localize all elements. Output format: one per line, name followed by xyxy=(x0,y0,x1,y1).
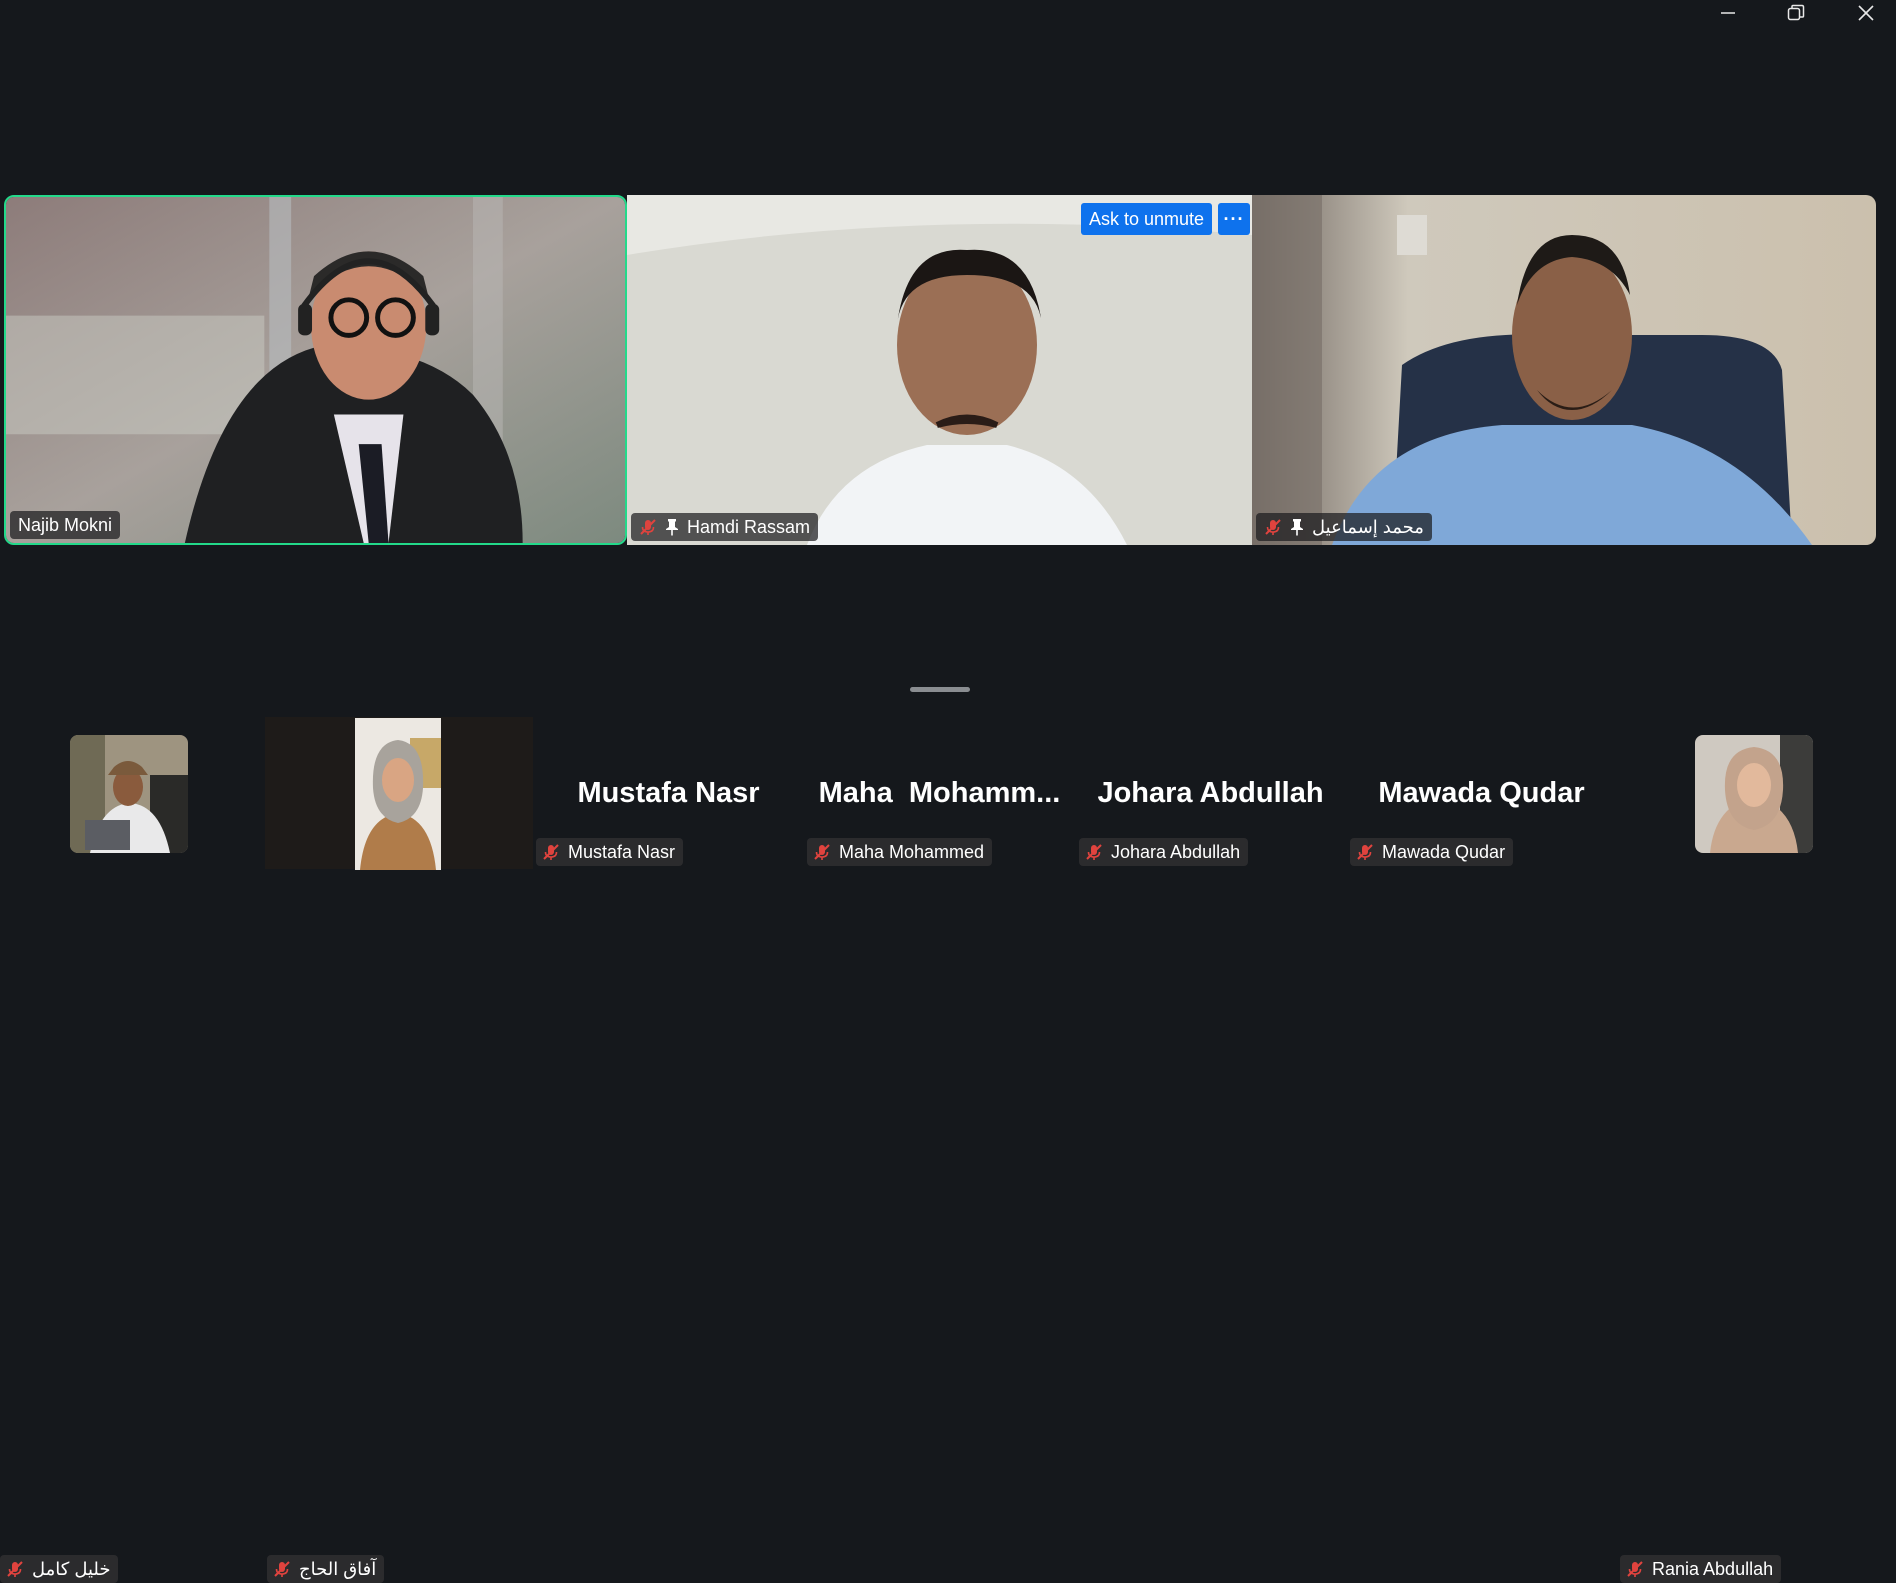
participant-name: Mustafa Nasr xyxy=(568,841,676,862)
mic-muted-icon xyxy=(1265,519,1281,535)
participant-video-thumbnail xyxy=(70,735,188,853)
participant-name: Johara Abdullah xyxy=(1111,841,1241,862)
strip-tile-afaq-alhaj[interactable]: آفاق الحاج xyxy=(265,717,533,1583)
participant-video xyxy=(1252,195,1876,545)
ask-to-unmute-button[interactable]: Ask to unmute xyxy=(1080,203,1212,235)
minimize-icon xyxy=(1721,12,1735,14)
participant-display-name: Mawada Qudar xyxy=(1378,777,1585,809)
video-tile-hamdi-rassam[interactable]: Ask to unmute ··· Hamdi Rassam xyxy=(627,195,1252,545)
participant-display-name: Johara Abdullah xyxy=(1097,777,1324,809)
participant-display-name: Mustafa Nasr xyxy=(577,777,760,809)
participant-name: Maha Mohammed xyxy=(839,841,985,862)
participant-name: محمد إسماعيل xyxy=(1312,516,1424,537)
ellipsis-icon: ··· xyxy=(1223,208,1245,229)
minimize-button[interactable] xyxy=(1700,0,1756,26)
ask-to-unmute-label: Ask to unmute xyxy=(1088,208,1204,229)
close-button[interactable] xyxy=(1838,0,1894,26)
video-tile-mohammed-ismail[interactable]: محمد إسماعيل xyxy=(1252,195,1876,545)
participant-video-thumbnail xyxy=(355,718,441,870)
strip-tile-mawada-qudar[interactable]: Mawada Qudar Mawada Qudar xyxy=(1346,717,1617,869)
close-icon xyxy=(1858,5,1874,21)
participant-name-tag: Mawada Qudar xyxy=(1350,838,1514,866)
mic-muted-icon xyxy=(1357,844,1373,860)
resize-handle[interactable] xyxy=(910,687,970,692)
participant-name-tag: آفاق الحاج xyxy=(267,1555,385,1583)
mic-muted-icon xyxy=(640,519,656,535)
participant-name-tag: خليل كامل xyxy=(0,1555,119,1583)
participant-name: Rania Abdullah xyxy=(1652,1558,1774,1579)
participant-video xyxy=(6,197,625,543)
participant-name: Najib Mokni xyxy=(18,514,113,535)
strip-tile-khalil-kamel[interactable]: خليل كامل xyxy=(0,717,265,1583)
strip-tile-rania-abdullah[interactable]: Rania Abdullah xyxy=(1617,717,1896,1583)
participant-name-tag: Maha Mohammed xyxy=(807,838,993,866)
mic-muted-icon xyxy=(543,844,559,860)
mic-muted-icon xyxy=(1086,844,1102,860)
participant-video-thumbnail xyxy=(1695,735,1813,853)
participant-name-tag: محمد إسماعيل xyxy=(1256,513,1432,541)
participant-name-tag: Rania Abdullah xyxy=(1620,1555,1782,1583)
participant-display-name: Maha Mohamm... xyxy=(818,777,1061,809)
mic-muted-icon xyxy=(274,1561,290,1577)
pin-icon xyxy=(1291,519,1303,536)
strip-tile-johara-abdullah[interactable]: Johara Abdullah Johara Abdullah xyxy=(1075,717,1346,869)
strip-tile-maha-mohammed[interactable]: Maha Mohamm... Maha Mohammed xyxy=(804,717,1075,869)
participant-name: Mawada Qudar xyxy=(1382,841,1506,862)
participant-name-tag: Johara Abdullah xyxy=(1079,838,1249,866)
more-options-button[interactable]: ··· xyxy=(1218,203,1250,235)
participant-name: آفاق الحاج xyxy=(299,1558,377,1579)
participant-name: خليل كامل xyxy=(32,1558,111,1579)
restore-icon xyxy=(1787,4,1805,21)
participant-name: Hamdi Rassam xyxy=(687,516,811,537)
strip-tile-mustafa-nasr[interactable]: Mustafa Nasr Mustafa Nasr xyxy=(533,717,804,869)
participant-name-tag: Hamdi Rassam xyxy=(631,513,819,541)
mic-muted-icon xyxy=(7,1561,23,1577)
participant-name-tag: Mustafa Nasr xyxy=(536,838,684,866)
participant-name-tag: Najib Mokni xyxy=(10,511,121,539)
mic-muted-icon xyxy=(1627,1561,1643,1577)
video-tile-najib-mokni[interactable]: Najib Mokni xyxy=(4,195,627,545)
participant-video xyxy=(627,195,1252,545)
pin-icon xyxy=(666,519,678,536)
restore-button[interactable] xyxy=(1768,0,1824,26)
mic-muted-icon xyxy=(814,844,830,860)
